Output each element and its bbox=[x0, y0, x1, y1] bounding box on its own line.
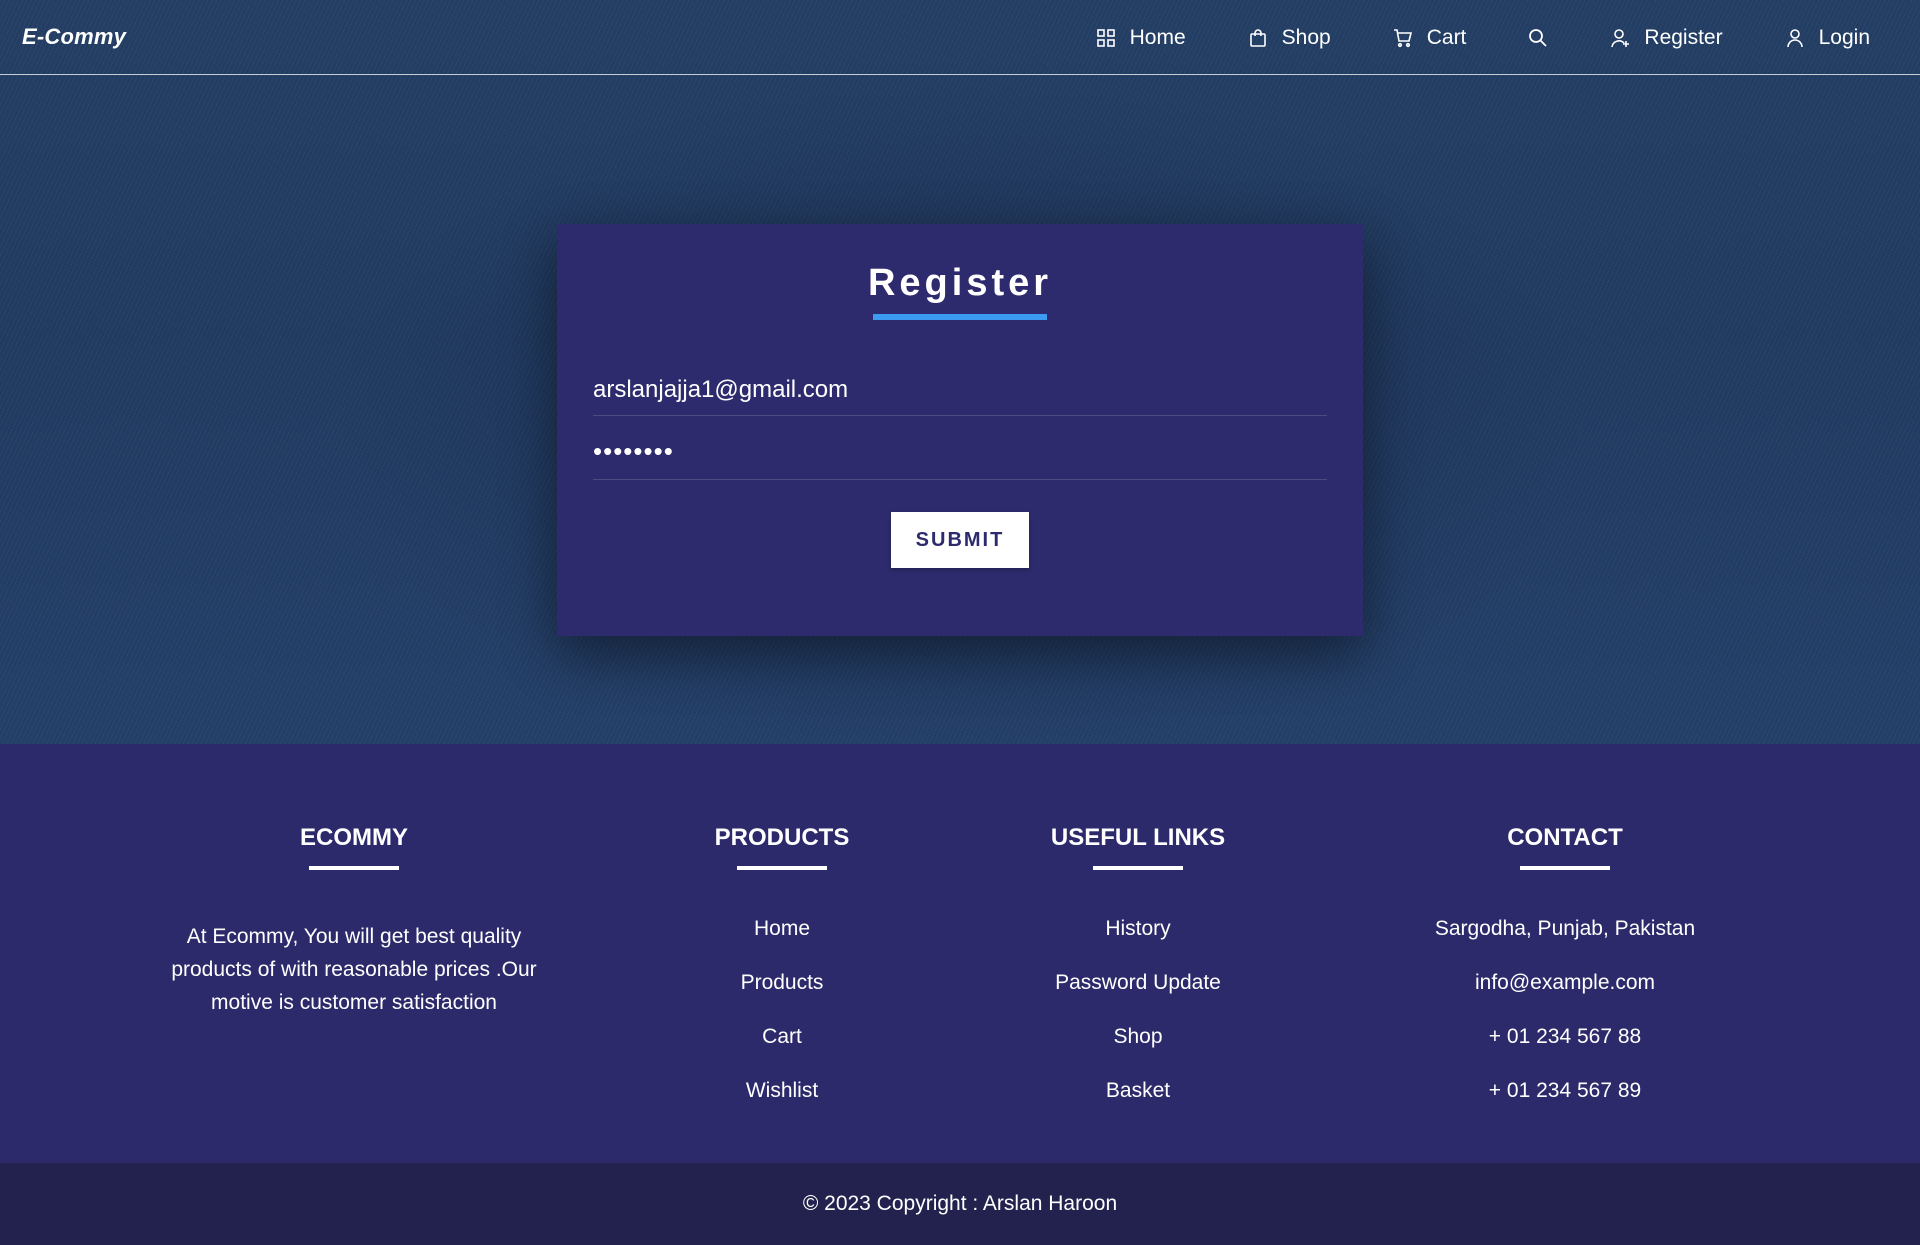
navbar: E-Commy Home Shop Cart Register Login bbox=[0, 0, 1920, 75]
nav-shop[interactable]: Shop bbox=[1248, 26, 1331, 50]
user-plus-icon bbox=[1610, 28, 1630, 48]
footer-useful-underline bbox=[1093, 866, 1183, 870]
email-field[interactable]: arslanjajja1@gmail.com bbox=[593, 364, 1327, 416]
search-icon bbox=[1528, 28, 1548, 48]
grid-icon bbox=[1096, 28, 1116, 48]
footer-about-heading: ECOMMY bbox=[300, 824, 408, 851]
nav-home[interactable]: Home bbox=[1096, 26, 1186, 50]
footer-contact-heading: CONTACT bbox=[1507, 824, 1623, 851]
password-value: •••••••• bbox=[593, 436, 674, 466]
footer-useful-heading: USEFUL LINKS bbox=[1050, 824, 1226, 851]
footer-about-text: At Ecommy, You will get best quality pro… bbox=[171, 925, 537, 1014]
nav-register[interactable]: Register bbox=[1610, 25, 1723, 50]
footer: ECOMMY At Ecommy, You will get best qual… bbox=[0, 744, 1920, 1163]
nav-cart[interactable]: Cart bbox=[1393, 25, 1467, 50]
footer-about-underline bbox=[309, 866, 399, 870]
nav-links: Home Shop Cart Register Login bbox=[1034, 0, 1870, 75]
shopping-bag-icon bbox=[1248, 28, 1268, 48]
footer-link-history[interactable]: History bbox=[928, 914, 1348, 968]
footer-link-shop[interactable]: Shop bbox=[928, 1022, 1348, 1076]
register-title: Register bbox=[867, 262, 1053, 304]
footer-contact: CONTACT Sargodha, Punjab, Pakistan info@… bbox=[1355, 824, 1775, 1130]
footer-contact-list: Sargodha, Punjab, Pakistan info@example.… bbox=[1355, 914, 1775, 1130]
contact-email[interactable]: info@example.com bbox=[1355, 968, 1775, 1022]
page: E-Commy Home Shop Cart Register Login Re… bbox=[0, 0, 1920, 1245]
contact-phone-1[interactable]: + 01 234 567 88 bbox=[1355, 1022, 1775, 1076]
nav-register-label: Register bbox=[1644, 25, 1723, 49]
footer-contact-underline bbox=[1520, 866, 1610, 870]
footer-products-underline bbox=[737, 866, 827, 870]
brand-logo[interactable]: E-Commy bbox=[22, 24, 126, 50]
nav-home-label: Home bbox=[1129, 25, 1186, 49]
password-field[interactable]: •••••••• bbox=[593, 428, 1327, 480]
email-value: arslanjajja1@gmail.com bbox=[593, 376, 849, 403]
footer-link-basket[interactable]: Basket bbox=[928, 1076, 1348, 1130]
title-underline bbox=[873, 314, 1047, 320]
nav-search[interactable] bbox=[1528, 28, 1548, 48]
nav-login[interactable]: Login bbox=[1785, 26, 1870, 50]
contact-phone-2[interactable]: + 01 234 567 89 bbox=[1355, 1076, 1775, 1130]
footer-useful-links: USEFUL LINKS History Password Update Sho… bbox=[928, 824, 1348, 1130]
register-card: Register arslanjajja1@gmail.com ••••••••… bbox=[557, 224, 1363, 636]
submit-button[interactable]: SUBMIT bbox=[891, 512, 1029, 568]
copyright-bar: © 2023 Copyright : Arslan Haroon bbox=[0, 1163, 1920, 1245]
nav-shop-label: Shop bbox=[1281, 25, 1331, 49]
footer-link-password-update[interactable]: Password Update bbox=[928, 968, 1348, 1022]
cart-icon bbox=[1393, 28, 1413, 48]
nav-cart-label: Cart bbox=[1426, 25, 1467, 49]
footer-useful-list: History Password Update Shop Basket bbox=[928, 914, 1348, 1130]
user-icon bbox=[1785, 28, 1805, 48]
nav-login-label: Login bbox=[1818, 25, 1870, 49]
footer-about: ECOMMY At Ecommy, You will get best qual… bbox=[144, 824, 564, 1019]
contact-address: Sargodha, Punjab, Pakistan bbox=[1434, 917, 1696, 940]
